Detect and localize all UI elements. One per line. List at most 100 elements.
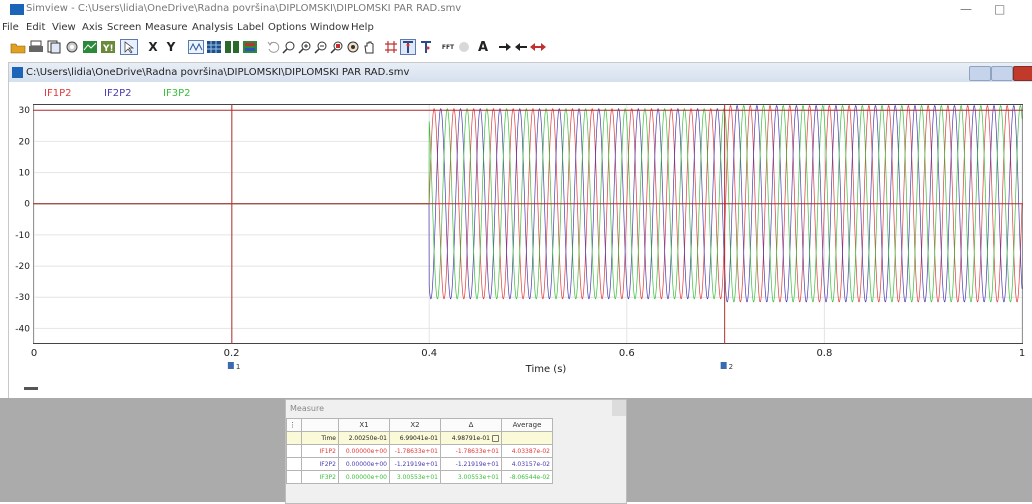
cell-average: 4.03157e-02: [501, 457, 553, 471]
measure-scrollbar[interactable]: [612, 400, 626, 416]
hand-icon[interactable]: [362, 38, 376, 56]
app-icon: [10, 4, 24, 15]
row-label: IF2P2: [301, 457, 339, 471]
plot-area[interactable]: [33, 104, 1023, 344]
measure-table: ⋮ X1 X2 Δ Average Time 2.00250e-01 6.990…: [286, 418, 604, 484]
measure-menu-cell[interactable]: ⋮: [286, 418, 302, 432]
cell-average: 4.03387e-02: [501, 444, 553, 458]
menu-screen[interactable]: Screen: [107, 22, 141, 33]
cell-average: -8.06544e-02: [501, 470, 553, 484]
toggle-icon[interactable]: [458, 38, 470, 56]
doc-maximize-button[interactable]: [991, 66, 1013, 81]
header-x1: X1: [338, 418, 390, 432]
open-icon[interactable]: [10, 38, 26, 56]
document-title-bar: C:\Users\lidia\OneDrive\Radna površina\D…: [9, 63, 1032, 82]
menu-edit[interactable]: Edit: [26, 22, 45, 33]
arrow-left-icon[interactable]: [514, 38, 528, 56]
split-icon[interactable]: [224, 38, 240, 56]
measure-window[interactable]: Measure ⋮ X1 X2 Δ Average Time 2.00250e-…: [285, 399, 627, 504]
cell-x1: 0.00000e+00: [338, 457, 390, 471]
app-title: Simview - C:\Users\lidia\OneDrive\Radna …: [26, 3, 462, 14]
x-axis-button[interactable]: X: [146, 38, 160, 56]
doc-close-button[interactable]: [1013, 66, 1032, 81]
menu-axis[interactable]: Axis: [82, 22, 103, 33]
print-icon[interactable]: [28, 38, 44, 56]
row-spacer: [552, 431, 604, 445]
copy-icon[interactable]: [46, 38, 62, 56]
header-x2: X2: [389, 418, 441, 432]
menu-options[interactable]: Options: [268, 22, 307, 33]
toolbar: Y! X Y FFT A: [8, 38, 628, 58]
y-tick-label: 0: [24, 200, 30, 210]
x-axis: 0 0.2 0.4 0.6 0.8 1Time (s)1 2: [31, 348, 1025, 375]
zoom-out-icon[interactable]: [314, 38, 328, 56]
cursor-lock-icon[interactable]: [384, 38, 398, 56]
waveform-icon[interactable]: [188, 38, 204, 56]
cell-delta: 4.98791e-01: [440, 431, 502, 445]
x-tick-label: 0.6: [619, 348, 635, 359]
x-tick-label: 0.2: [224, 348, 240, 359]
status-tab[interactable]: [24, 387, 38, 390]
x-tick-label: 1: [1019, 348, 1025, 359]
arrow-both-icon[interactable]: [530, 38, 546, 56]
legend-if3p2[interactable]: IF3P2: [163, 88, 190, 99]
y-tick-label: -20: [15, 262, 30, 272]
minimize-button[interactable]: —: [960, 2, 972, 16]
cursor-t2-icon[interactable]: [418, 38, 434, 56]
table-row: IF1P2 0.00000e+00 -1.78633e+01 -1.78633e…: [286, 444, 604, 458]
doc-minimize-button[interactable]: [969, 66, 991, 81]
cell-delta-value: 4.98791e-01: [451, 434, 490, 442]
xy-icon[interactable]: Y!: [100, 38, 116, 56]
y-tick-label: 30: [19, 106, 31, 116]
menu-measure[interactable]: Measure: [145, 22, 188, 33]
lock-icon[interactable]: [492, 434, 499, 442]
cursor-1-label: 1: [236, 363, 240, 371]
fft-button[interactable]: FFT: [438, 38, 458, 56]
cell-x2: 3.00553e+01: [389, 470, 441, 484]
header-average: Average: [501, 418, 553, 432]
y-tick-label: -40: [15, 324, 30, 334]
cursor-t-icon[interactable]: [400, 38, 416, 56]
legend-if2p2[interactable]: IF2P2: [104, 88, 131, 99]
grid-icon[interactable]: [206, 38, 222, 56]
more-icon[interactable]: ⋮: [289, 421, 296, 429]
row-label: Time: [301, 431, 339, 445]
table-row: IF3P2 0.00000e+00 3.00553e+01 3.00553e+0…: [286, 470, 604, 484]
zoom-fit-icon[interactable]: [330, 38, 344, 56]
y-tick-label: -30: [15, 293, 30, 303]
measure-header-blank: [301, 418, 339, 432]
app-title-bar: Simview - C:\Users\lidia\OneDrive\Radna …: [0, 0, 1032, 22]
measure-title: Measure: [290, 404, 324, 413]
text-button[interactable]: A: [476, 38, 490, 56]
undo-icon[interactable]: [266, 38, 280, 56]
maximize-button[interactable]: □: [994, 2, 1005, 16]
cell-x1: 0.00000e+00: [338, 444, 390, 458]
y-tick-label: 10: [19, 169, 31, 179]
row-label: IF3P2: [301, 470, 339, 484]
cell-x2: -1.78633e+01: [389, 444, 441, 458]
chart-icon[interactable]: [82, 38, 98, 56]
cell-delta: -1.78633e+01: [440, 444, 502, 458]
legend-if1p2[interactable]: IF1P2: [44, 88, 71, 99]
y-tick-label: -10: [15, 231, 30, 241]
pan-icon[interactable]: [346, 38, 360, 56]
menu-file[interactable]: File: [2, 22, 19, 33]
menu-view[interactable]: View: [52, 22, 76, 33]
arrow-right-icon[interactable]: [498, 38, 512, 56]
zoom-in-icon[interactable]: [298, 38, 312, 56]
settings-icon[interactable]: [64, 38, 80, 56]
cell-x2: -1.21919e+01: [389, 457, 441, 471]
cursor-2-label: 2: [729, 363, 733, 371]
y-axis-button[interactable]: Y: [164, 38, 178, 56]
menu-window[interactable]: Window: [310, 22, 349, 33]
row-spacer: [552, 470, 604, 484]
row-spacer: [552, 457, 604, 471]
svg-text:Y!: Y!: [102, 44, 114, 54]
menu-analysis[interactable]: Analysis: [192, 22, 233, 33]
color-icon[interactable]: [242, 38, 258, 56]
waveform-chart[interactable]: [33, 104, 1023, 344]
cursor-icon[interactable]: [120, 38, 138, 56]
menu-help[interactable]: Help: [351, 22, 374, 33]
zoom-icon[interactable]: [282, 38, 296, 56]
menu-label[interactable]: Label: [237, 22, 264, 33]
